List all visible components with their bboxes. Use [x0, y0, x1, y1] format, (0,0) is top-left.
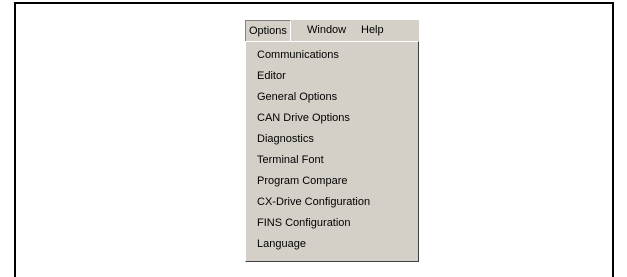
menu-item-can-drive-options[interactable]: CAN Drive Options [257, 108, 350, 128]
options-dropdown-menu: Communications Editor General Options CA… [245, 41, 419, 262]
menu-item-editor[interactable]: Editor [257, 66, 286, 86]
menu-item-language[interactable]: Language [257, 234, 306, 254]
menu-window[interactable]: Window [303, 20, 350, 41]
menu-item-diagnostics[interactable]: Diagnostics [257, 129, 314, 149]
menu-help[interactable]: Help [357, 20, 388, 41]
menu-item-general-options[interactable]: General Options [257, 87, 337, 107]
menu-item-terminal-font[interactable]: Terminal Font [257, 150, 324, 170]
menu-item-fins-configuration[interactable]: FINS Configuration [257, 213, 351, 233]
menu-item-communications[interactable]: Communications [257, 45, 339, 65]
menu-bar: Options Window Help [245, 20, 419, 41]
menu-options[interactable]: Options [245, 20, 291, 41]
menu-item-program-compare[interactable]: Program Compare [257, 171, 347, 191]
menu-item-cx-drive-configuration[interactable]: CX-Drive Configuration [257, 192, 370, 212]
